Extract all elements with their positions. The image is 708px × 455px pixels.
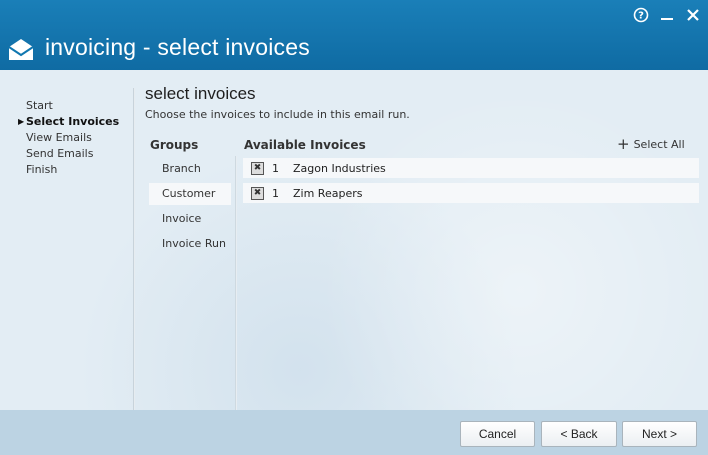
step-label: Finish xyxy=(26,163,58,176)
title-bar: ? invoicing - select invoices xyxy=(0,0,708,70)
invoice-name: Zim Reapers xyxy=(293,186,363,200)
page-subtitle: Choose the invoices to include in this e… xyxy=(145,108,410,121)
invoice-list: ✖ 1 Zagon Industries ✖ 1 Zim Reapers xyxy=(243,158,699,208)
select-all-button[interactable]: + Select All xyxy=(617,135,685,153)
invoice-count: 1 xyxy=(272,161,279,175)
footer-bar: Cancel < Back Next > xyxy=(0,410,708,455)
step-view-emails[interactable]: View Emails xyxy=(26,130,119,146)
invoice-checkbox[interactable]: ✖ xyxy=(251,186,264,200)
step-finish[interactable]: Finish xyxy=(26,162,119,178)
wizard-steps: Start ▶ Select Invoices View Emails Send … xyxy=(18,98,120,178)
invoice-row: ✖ 1 Zim Reapers xyxy=(243,183,699,203)
sidebar-divider xyxy=(133,88,135,410)
back-button[interactable]: < Back xyxy=(541,421,617,447)
help-icon[interactable]: ? xyxy=(632,6,650,24)
invoice-count: 1 xyxy=(272,186,279,200)
groups-header: Groups xyxy=(150,138,199,152)
window-title: invoicing - select invoices xyxy=(45,34,310,60)
step-label: Send Emails xyxy=(26,147,94,160)
select-all-label: Select All xyxy=(633,138,685,151)
plus-icon: + xyxy=(617,135,630,153)
current-step-arrow-icon: ▶ xyxy=(18,117,25,126)
step-select-invoices[interactable]: ▶ Select Invoices xyxy=(18,114,120,130)
minimize-icon[interactable] xyxy=(658,6,676,24)
cancel-button[interactable]: Cancel xyxy=(460,421,535,447)
invoice-row: ✖ 1 Zagon Industries xyxy=(243,158,699,178)
next-button[interactable]: Next > xyxy=(622,421,697,447)
step-label: Select Invoices xyxy=(26,115,120,128)
invoice-checkbox[interactable]: ✖ xyxy=(251,161,264,175)
group-item-branch[interactable]: Branch xyxy=(149,158,231,180)
group-item-invoice[interactable]: Invoice xyxy=(149,208,231,230)
invoice-name: Zagon Industries xyxy=(293,161,386,175)
group-item-invoice-run[interactable]: Invoice Run xyxy=(149,233,231,255)
available-invoices-header: Available Invoices xyxy=(244,138,366,152)
step-start[interactable]: Start xyxy=(26,98,119,114)
close-icon[interactable] xyxy=(684,6,702,24)
groups-divider xyxy=(235,156,237,410)
group-item-customer[interactable]: Customer xyxy=(149,183,231,205)
step-label: View Emails xyxy=(26,131,92,144)
window-controls: ? xyxy=(632,6,702,24)
step-label: Start xyxy=(26,99,53,112)
step-send-emails[interactable]: Send Emails xyxy=(26,146,119,162)
main-content: Start ▶ Select Invoices View Emails Send … xyxy=(0,70,708,410)
email-envelope-icon xyxy=(8,36,34,62)
svg-text:?: ? xyxy=(638,11,644,22)
page-title: select invoices xyxy=(145,84,256,103)
groups-list: Branch Customer Invoice Invoice Run xyxy=(149,158,231,258)
